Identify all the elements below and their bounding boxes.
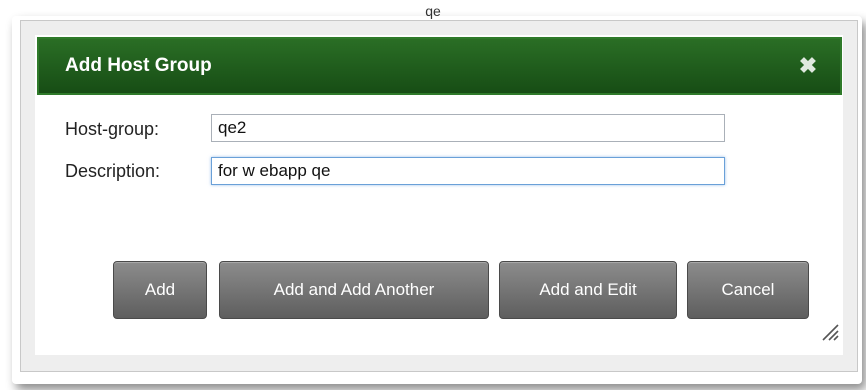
description-label: Description: [65, 161, 161, 181]
description-input[interactable] [211, 157, 725, 185]
dialog-titlebar[interactable]: Add Host Group ✖ [37, 37, 842, 95]
resize-grip-icon[interactable] [821, 323, 839, 341]
add-host-group-dialog: Add Host Group ✖ Host-group: Description… [20, 20, 858, 372]
cancel-button[interactable]: Cancel [687, 261, 809, 319]
add-and-edit-button[interactable]: Add and Edit [499, 261, 677, 319]
add-and-add-another-button[interactable]: Add and Add Another [219, 261, 489, 319]
close-icon[interactable]: ✖ [798, 39, 818, 93]
host-group-label: Host-group: [65, 119, 160, 139]
host-group-input[interactable] [211, 114, 725, 142]
screen: qe Add Host Group ✖ Host-group: Descript… [0, 0, 866, 390]
add-button[interactable]: Add [113, 261, 207, 319]
dialog-title: Add Host Group [65, 55, 212, 76]
